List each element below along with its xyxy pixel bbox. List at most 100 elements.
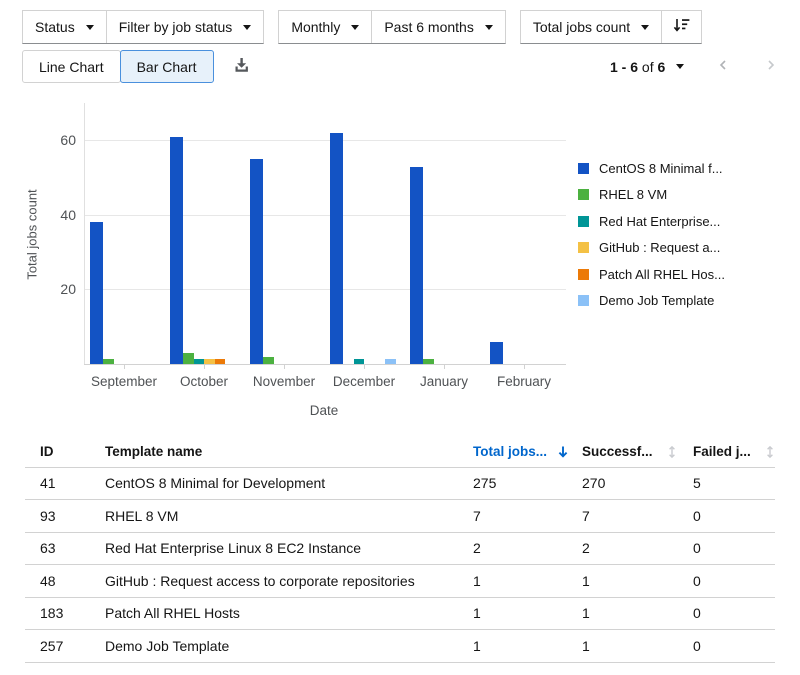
legend-label: RHEL 8 VM [599, 187, 667, 202]
status-select[interactable]: Status [23, 11, 106, 43]
job-status-filter-label: Filter by job status [119, 19, 233, 35]
cell-successful-jobs: 7 [582, 500, 693, 533]
table-row: 257Demo Job Template110 [25, 630, 775, 663]
table-row: 93RHEL 8 VM770 [25, 500, 775, 533]
bar [250, 159, 263, 364]
bar [90, 222, 103, 364]
date-range-select[interactable]: Past 6 months [371, 11, 505, 43]
bar [215, 359, 226, 364]
cell-successful-jobs: 1 [582, 597, 693, 630]
column-header-failed-j[interactable]: Failed j... [693, 437, 775, 467]
x-axis-tick [524, 364, 525, 369]
bar [263, 357, 274, 364]
x-axis-tick [444, 364, 445, 369]
legend-item: RHEL 8 VM [578, 182, 725, 209]
cell-template-name: Demo Job Template [105, 630, 473, 663]
next-page-button[interactable] [762, 56, 780, 77]
cell-id: 41 [25, 467, 105, 500]
table-header-row: IDTemplate name Total jobs... Successf... F… [25, 437, 775, 467]
pagination-of: of [642, 59, 654, 75]
x-tick-label: November [244, 374, 324, 389]
caret-down-icon [351, 25, 359, 30]
x-tick-label: January [404, 374, 484, 389]
legend-label: Demo Job Template [599, 293, 714, 308]
legend-item: Demo Job Template [578, 288, 725, 315]
job-templates-report-page: Status Filter by job status Monthly Past… [0, 0, 800, 675]
line-chart-button[interactable]: Line Chart [22, 50, 121, 83]
job-status-filter-select[interactable]: Filter by job status [106, 11, 264, 43]
legend-label: CentOS 8 Minimal f... [599, 161, 723, 176]
column-header-template-name: Template name [105, 437, 473, 467]
granularity-label: Monthly [291, 19, 340, 35]
cell-template-name: RHEL 8 VM [105, 500, 473, 533]
x-axis-line [84, 364, 566, 365]
period-filter-group: Monthly Past 6 months [278, 10, 506, 44]
cell-total-jobs: 1 [473, 597, 582, 630]
templates-table: IDTemplate name Total jobs... Successf... F… [25, 437, 775, 663]
sort-by-select[interactable]: Total jobs count [521, 11, 661, 43]
table-row: 48GitHub : Request access to corporate r… [25, 565, 775, 598]
cell-total-jobs: 1 [473, 630, 582, 663]
cell-failed-jobs: 5 [693, 467, 775, 500]
bar [204, 359, 215, 364]
table-row: 63Red Hat Enterprise Linux 8 EC2 Instanc… [25, 532, 775, 565]
cell-id: 93 [25, 500, 105, 533]
y-tick-label: 20 [46, 281, 76, 297]
legend-swatch [578, 295, 589, 306]
date-range-label: Past 6 months [384, 19, 474, 35]
legend-swatch [578, 269, 589, 280]
legend-item: CentOS 8 Minimal f... [578, 155, 725, 182]
cell-successful-jobs: 2 [582, 532, 693, 565]
x-tick-label: February [484, 374, 564, 389]
x-axis-tick [204, 364, 205, 369]
bar [330, 133, 343, 364]
cell-id: 257 [25, 630, 105, 663]
legend-swatch [578, 189, 589, 200]
y-axis-title: Total jobs count [25, 165, 40, 305]
bar-chart-button[interactable]: Bar Chart [120, 50, 214, 83]
bar [183, 353, 194, 364]
previous-page-button[interactable] [714, 56, 732, 77]
x-axis-tick [364, 364, 365, 369]
cell-template-name: GitHub : Request access to corporate rep… [105, 565, 473, 598]
column-header-label: Failed j... [693, 444, 751, 459]
status-select-label: Status [35, 19, 75, 35]
column-header-label: Successf... [582, 444, 653, 459]
caret-down-icon [86, 25, 94, 30]
templates-table-wrap: IDTemplate name Total jobs... Successf... F… [25, 437, 775, 663]
cell-failed-jobs: 0 [693, 597, 775, 630]
legend-label: Patch All RHEL Hos... [599, 267, 725, 282]
legend-swatch [578, 163, 589, 174]
bar [103, 359, 114, 364]
download-button[interactable] [228, 53, 255, 81]
caret-down-icon [243, 25, 251, 30]
jobs-bar-chart: Total jobs count Date CentOS 8 Minimal f… [0, 95, 800, 440]
y-axis-line [84, 103, 85, 364]
cell-total-jobs: 1 [473, 565, 582, 598]
bar [423, 359, 434, 364]
sort-order-button[interactable] [661, 11, 701, 43]
cell-successful-jobs: 1 [582, 630, 693, 663]
bar [410, 167, 423, 364]
cell-template-name: CentOS 8 Minimal for Development [105, 467, 473, 500]
pagination-menu[interactable]: 1 - 6 of 6 [610, 59, 684, 75]
column-header-label: Total jobs... [473, 444, 547, 459]
pagination: 1 - 6 of 6 [610, 50, 780, 83]
table-row: 183Patch All RHEL Hosts110 [25, 597, 775, 630]
download-icon [232, 57, 251, 77]
bar [170, 137, 183, 364]
column-header-successf[interactable]: Successf... [582, 437, 693, 467]
legend-item: Patch All RHEL Hos... [578, 261, 725, 288]
cell-total-jobs: 2 [473, 532, 582, 565]
granularity-select[interactable]: Monthly [279, 11, 371, 43]
column-header-total-jobs[interactable]: Total jobs... [473, 437, 582, 467]
chart-legend: CentOS 8 Minimal f...RHEL 8 VMRed Hat En… [578, 155, 725, 314]
chevron-left-icon [718, 58, 728, 75]
column-header-id: ID [25, 437, 105, 467]
bar [354, 359, 365, 364]
column-header-label: Template name [105, 444, 202, 459]
pagination-range-text: 1 - 6 of 6 [610, 59, 665, 75]
status-filter-group: Status Filter by job status [22, 10, 264, 44]
cell-template-name: Red Hat Enterprise Linux 8 EC2 Instance [105, 532, 473, 565]
y-tick-label: 60 [46, 132, 76, 148]
